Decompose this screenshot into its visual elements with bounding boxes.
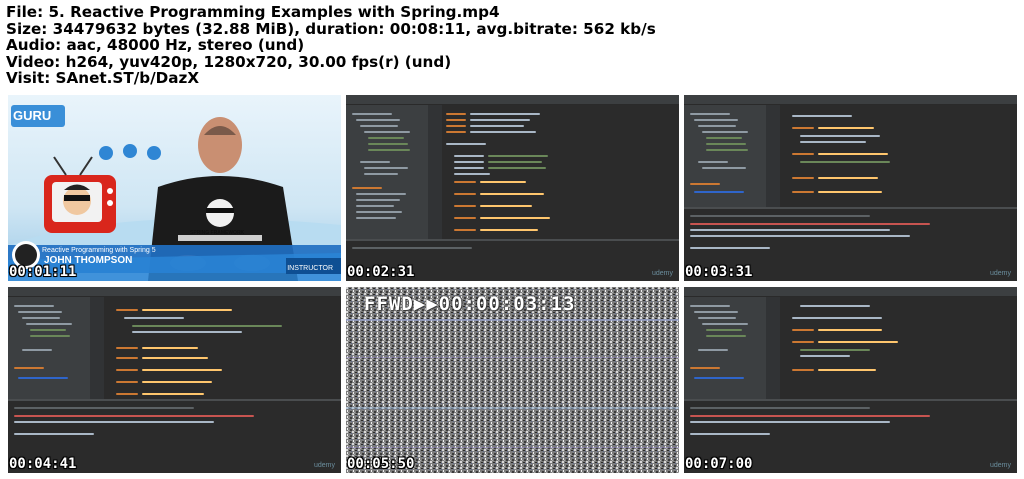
udemy-watermark: udemy (989, 270, 1011, 277)
ffwd-overlay-text: FFWD▶▶00:00:03:13 (364, 293, 576, 315)
ide-project-tree (8, 297, 90, 401)
presenter-title: INSTRUCTOR (287, 265, 333, 272)
udemy-watermark: udemy (651, 270, 673, 277)
timestamp-label: 00:05:50 (347, 456, 415, 472)
ide-gutter (90, 297, 104, 401)
ide-code-editor (442, 105, 679, 243)
timestamp-label: 00:02:31 (347, 264, 415, 280)
visit-line: Visit: SAnet.ST/b/DazX (6, 69, 200, 87)
timestamp-label: 00:01:11 (9, 264, 77, 280)
ide-code-editor (104, 297, 341, 401)
thumbnail-ide-3[interactable]: udemy 00:04:41 (8, 287, 341, 473)
ide-code-editor (780, 105, 1017, 209)
udemy-watermark: udemy (989, 462, 1011, 469)
ide-menu-bar (684, 95, 1017, 105)
ide-gutter (766, 297, 780, 401)
thumbnail-ide-1[interactable]: udemy 00:02:31 (346, 95, 679, 281)
ide-project-tree (684, 297, 766, 401)
ide-gutter (766, 105, 780, 209)
video-info-line: Video: h264, yuv420p, 1280x720, 30.00 fp… (6, 52, 452, 71)
file-name-line: File: 5. Reactive Programming Examples w… (6, 3, 500, 21)
ide-menu-bar (8, 287, 341, 297)
timestamp-label: 00:07:00 (685, 456, 753, 472)
shirt-text: SPRING FRAMEWORK (190, 230, 245, 236)
thumbnail-ide-2[interactable]: udemy 00:03:31 (684, 95, 1017, 281)
ide-code-editor (780, 297, 1017, 401)
course-subtitle: Reactive Programming with Spring 5 (42, 247, 156, 254)
thumbnail-instructor[interactable]: GURU Reactive Programming with Spring 5 … (8, 95, 341, 281)
file-size-line: Size: 34479632 bytes (32.88 MiB), durati… (6, 19, 656, 38)
timestamp-label: 00:03:31 (685, 264, 753, 280)
ide-gutter (428, 105, 442, 241)
presenter-head (198, 117, 242, 173)
guru-logo-text: GURU (13, 108, 52, 123)
ide-project-tree (684, 105, 766, 209)
thumbnail-static[interactable]: FFWD▶▶00:00:03:13 00:05:50 (346, 287, 679, 473)
udemy-watermark: udemy (313, 462, 335, 469)
thumbnail-ide-4[interactable]: udemy 00:07:00 (684, 287, 1017, 473)
ide-project-tree (346, 105, 428, 241)
ide-menu-bar (346, 95, 679, 105)
ide-menu-bar (684, 287, 1017, 297)
timestamp-label: 00:04:41 (9, 456, 77, 472)
file-info-header: File: 5. Reactive Programming Examples w… (6, 4, 656, 87)
audio-info-line: Audio: aac, 48000 Hz, stereo (und) (6, 36, 305, 54)
